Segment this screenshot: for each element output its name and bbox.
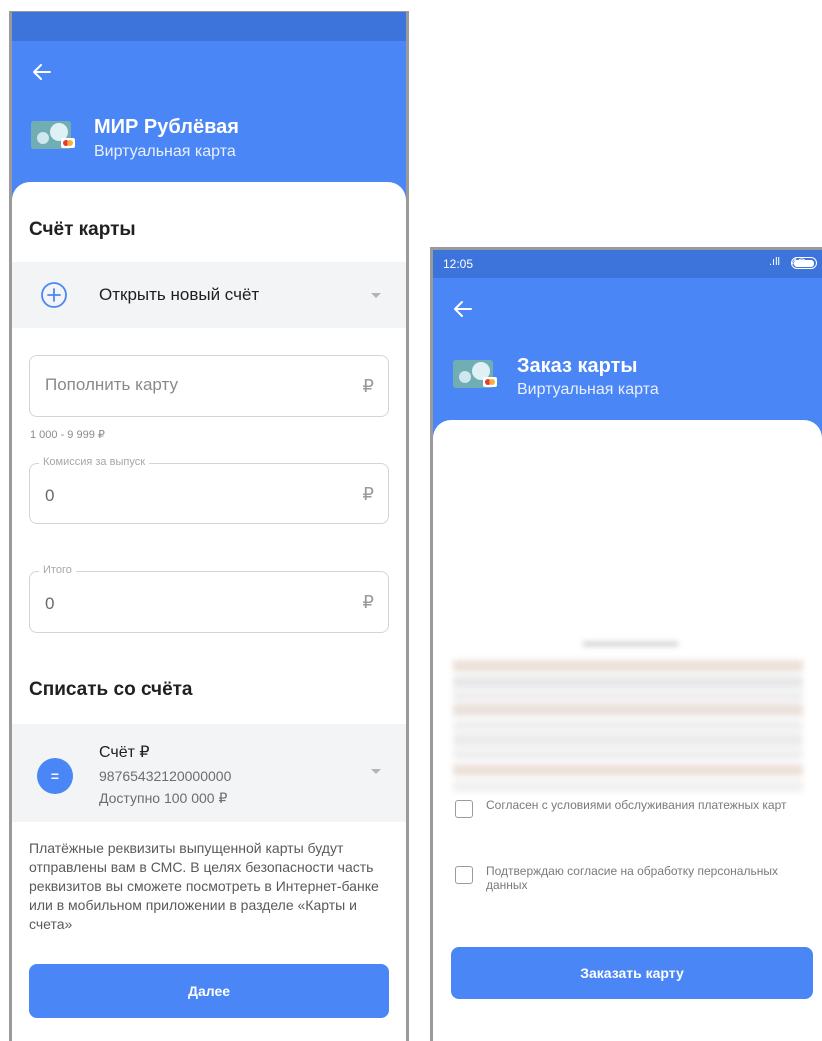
card-order-screen: 12:05 .ıll 4G Заказ карты Виртуальная ка…: [430, 247, 822, 1041]
open-new-account-label: Открыть новый счёт: [99, 285, 260, 304]
card-icon: [31, 121, 75, 149]
currency-symbol: ₽: [362, 484, 374, 504]
top-up-range-hint: 1 000 - 9 999 ₽: [30, 429, 105, 441]
commission-field: Комиссия за выпуск 0 ₽: [29, 456, 389, 524]
top-up-input[interactable]: Пополнить карту ₽: [29, 355, 389, 417]
top-up-placeholder: Пополнить карту: [45, 375, 178, 394]
status-time: 12:05: [443, 257, 474, 271]
plus-circle-icon: [41, 282, 67, 308]
next-button[interactable]: Далее: [29, 964, 389, 1018]
total-label: Итого: [39, 564, 76, 576]
terms-checkbox-label: Согласен с условиями обслуживания платеж…: [486, 798, 787, 812]
header-title: Заказ карты: [517, 355, 638, 377]
account-icon: =: [37, 758, 73, 794]
personal-data-checkbox[interactable]: [455, 866, 473, 884]
account-available: Доступно 100 000 ₽: [99, 790, 228, 806]
account-number: 98765432120000000: [99, 768, 232, 784]
debit-section-title: Списать со счёта: [29, 679, 193, 700]
content-sheet: Счёт карты Открыть новый счёт Пополнить …: [12, 182, 406, 1041]
order-card-button[interactable]: Заказать карту: [451, 947, 813, 999]
header-subtitle: Виртуальная карта: [517, 381, 659, 398]
currency-symbol: ₽: [362, 376, 374, 396]
status-bar: [12, 12, 406, 41]
chevron-down-icon: [371, 769, 381, 774]
open-new-account-select[interactable]: Открыть новый счёт: [12, 262, 406, 328]
content-sheet: Согласен с условиями обслуживания платеж…: [433, 420, 822, 1041]
currency-symbol: ₽: [362, 592, 374, 612]
header-subtitle: Виртуальная карта: [94, 143, 236, 160]
back-arrow-icon[interactable]: [451, 297, 475, 321]
total-field: Итого 0 ₽: [29, 564, 389, 633]
total-value: 0: [45, 594, 55, 613]
status-bar: 12:05 .ıll 4G: [433, 250, 822, 278]
document-preview: [453, 642, 803, 792]
commission-label: Комиссия за выпуск: [39, 456, 150, 468]
chevron-down-icon: [371, 293, 381, 298]
debit-account-select[interactable]: = Счёт ₽ 98765432120000000 Доступно 100 …: [12, 724, 406, 822]
battery-icon: [791, 257, 817, 269]
commission-value: 0: [45, 486, 55, 505]
account-name: Счёт ₽: [99, 744, 150, 761]
card-icon: [453, 360, 497, 388]
back-arrow-icon[interactable]: [30, 60, 54, 84]
card-issue-screen: МИР Рублёвая Виртуальная карта Счёт карт…: [9, 11, 409, 1041]
info-text: Платёжные реквизиты выпущенной карты буд…: [29, 840, 379, 932]
header-title: МИР Рублёвая: [94, 116, 239, 138]
personal-data-checkbox-label: Подтверждаю согласие на обработку персон…: [486, 864, 778, 892]
terms-checkbox[interactable]: [455, 800, 473, 818]
card-account-title: Счёт карты: [29, 219, 136, 240]
signal-icon: .ıll: [769, 256, 780, 268]
